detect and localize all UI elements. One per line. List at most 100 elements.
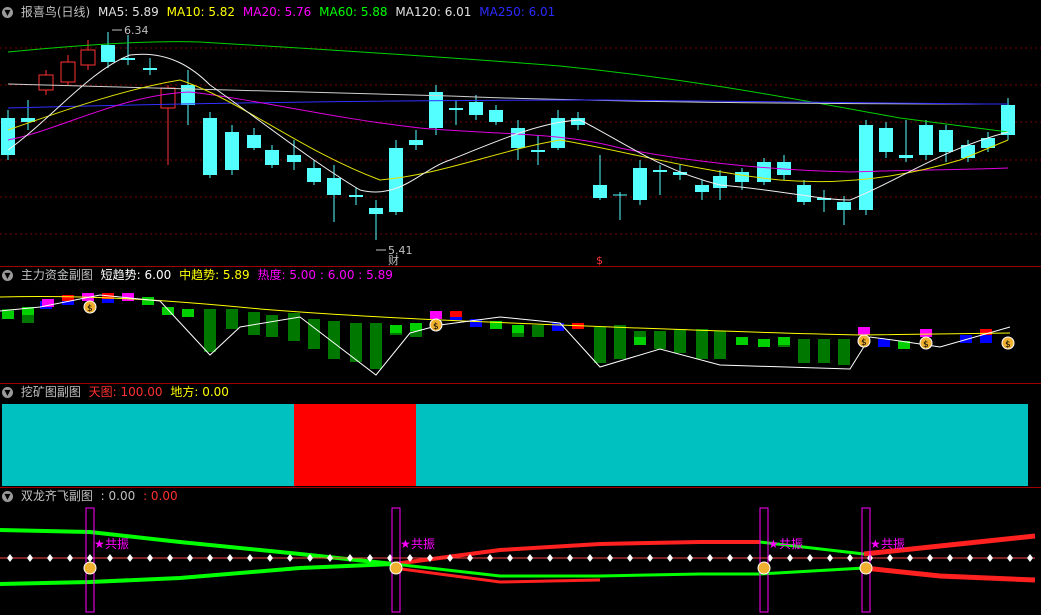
candle-body bbox=[409, 140, 423, 145]
dragon-green-upper bbox=[0, 528, 395, 566]
sky-label: 天图: 100.00 bbox=[88, 385, 163, 399]
candle-body bbox=[101, 45, 115, 62]
dragon-chart[interactable]: ★ 共振 ★ 共振 ★ 共振 ★ 共振 bbox=[0, 488, 1041, 615]
dragon-dot bbox=[527, 554, 533, 562]
fund-bar bbox=[798, 339, 810, 363]
ma120-line bbox=[7, 83, 1009, 105]
candle-body bbox=[80, 49, 96, 66]
money-bag-icon bbox=[859, 561, 873, 575]
dragon-dot bbox=[627, 554, 633, 562]
candle-body bbox=[389, 148, 403, 212]
resonance-bar bbox=[391, 507, 401, 613]
candle-body bbox=[265, 150, 279, 165]
resonance-label: 共振 bbox=[105, 537, 129, 551]
candle-body bbox=[287, 155, 301, 162]
star-icon: ★ bbox=[400, 537, 411, 551]
dragon-red-upper bbox=[393, 540, 760, 566]
fund-bar bbox=[654, 331, 666, 349]
dragon-dot bbox=[1007, 554, 1013, 562]
dragon-dot bbox=[907, 554, 913, 562]
fund-light-bar bbox=[390, 325, 402, 333]
money-bag-icon bbox=[389, 561, 403, 575]
candle-body bbox=[160, 87, 176, 109]
dragon-dot bbox=[167, 554, 173, 562]
dragon-dot bbox=[547, 554, 553, 562]
dragon-dot bbox=[927, 554, 933, 562]
dragon-dot bbox=[207, 554, 213, 562]
fund-bar bbox=[370, 323, 382, 369]
candle-body bbox=[307, 168, 321, 182]
dragon-dot bbox=[887, 554, 893, 562]
fund-bar bbox=[266, 315, 278, 337]
fund-bar bbox=[674, 329, 686, 353]
dragon-panel[interactable]: ▼ 双龙齐飞副图 : 0.00 : 0.00 ★ 共振 ★ 共振 ★ 共振 ★ 共振 bbox=[0, 488, 1041, 615]
fund-magenta-bar bbox=[430, 311, 442, 319]
price-annotations: 6.34 5.41 财 $ bbox=[112, 24, 603, 266]
fund-blue-bar bbox=[980, 335, 992, 343]
mining-cyan-block-right bbox=[416, 404, 1028, 486]
dragon-dot bbox=[47, 554, 53, 562]
earth-label: 地方: 0.00 bbox=[170, 385, 229, 399]
candle-body bbox=[511, 128, 525, 148]
money-bag-icon bbox=[83, 561, 97, 575]
fund-bar bbox=[714, 331, 726, 359]
dragon-dot bbox=[267, 554, 273, 562]
candle-body bbox=[899, 155, 913, 158]
dragon-dot bbox=[967, 554, 973, 562]
candle-body bbox=[38, 74, 54, 91]
dragon-dot bbox=[127, 554, 133, 562]
dragon-dot bbox=[147, 554, 153, 562]
dragon-dot bbox=[7, 554, 13, 562]
money-bag-glyph: $ bbox=[1005, 340, 1011, 350]
candle-body bbox=[449, 108, 463, 110]
fund-bar bbox=[634, 331, 646, 337]
mining-panel[interactable]: ▼ 挖矿图副图 天图: 100.00 地方: 0.00 bbox=[0, 384, 1041, 487]
fund-bar bbox=[696, 329, 708, 359]
fund-light-bar bbox=[778, 337, 790, 345]
mining-cyan-block-left bbox=[2, 404, 294, 486]
candle-body bbox=[919, 125, 933, 155]
dragon-dot bbox=[247, 554, 253, 562]
dragon-dot bbox=[847, 554, 853, 562]
mining-red-block bbox=[294, 404, 416, 486]
candle-body bbox=[469, 102, 483, 115]
fund-bar bbox=[818, 339, 830, 363]
candle-body bbox=[60, 61, 76, 83]
finance-marker: 财 bbox=[388, 253, 399, 266]
candle-body bbox=[633, 168, 647, 200]
star-icon: ★ bbox=[870, 537, 881, 551]
candle-body bbox=[859, 125, 873, 210]
fund-light-bar bbox=[182, 309, 194, 317]
collapse-icon[interactable]: ▼ bbox=[2, 387, 13, 398]
dragon-dot bbox=[67, 554, 73, 562]
dragon-dot bbox=[707, 554, 713, 562]
money-bag-icon bbox=[757, 561, 771, 575]
star-icon: ★ bbox=[768, 537, 779, 551]
fund-bar bbox=[226, 309, 238, 329]
main-chart-panel[interactable]: ▼ 报喜鸟(日线) MA5: 5.89 MA10: 5.82 MA20: 5.7… bbox=[0, 0, 1041, 266]
fund-flow-chart[interactable]: $ $ $ $ $ bbox=[0, 267, 1041, 383]
dragon-dot bbox=[507, 554, 513, 562]
ma5-line bbox=[7, 53, 1009, 201]
dragon-dot bbox=[607, 554, 613, 562]
dragon-dot bbox=[687, 554, 693, 562]
candle-body bbox=[247, 135, 261, 148]
dragon-dot bbox=[787, 554, 793, 562]
fund-flow-panel[interactable]: ▼ 主力资金副图 短趋势: 6.00 中趋势: 5.89 热度: 5.00 : … bbox=[0, 267, 1041, 383]
candle-body bbox=[653, 170, 667, 172]
dragon-dot bbox=[27, 554, 33, 562]
money-bag-glyph: $ bbox=[861, 338, 867, 348]
fund-bar bbox=[308, 319, 320, 349]
candle-body bbox=[531, 150, 545, 152]
candle-body bbox=[939, 130, 953, 152]
candle-body bbox=[203, 118, 217, 175]
fund-light-bar bbox=[634, 337, 646, 345]
mining-title: 挖矿图副图 bbox=[20, 385, 81, 399]
dragon-dot bbox=[227, 554, 233, 562]
money-bag-glyph: $ bbox=[923, 340, 929, 350]
candlestick-chart[interactable]: 6.34 5.41 财 $ bbox=[0, 0, 1041, 266]
fund-magenta-bar bbox=[920, 329, 932, 337]
dragon-dot bbox=[667, 554, 673, 562]
fund-bar bbox=[614, 325, 626, 359]
candle-body bbox=[369, 208, 383, 214]
